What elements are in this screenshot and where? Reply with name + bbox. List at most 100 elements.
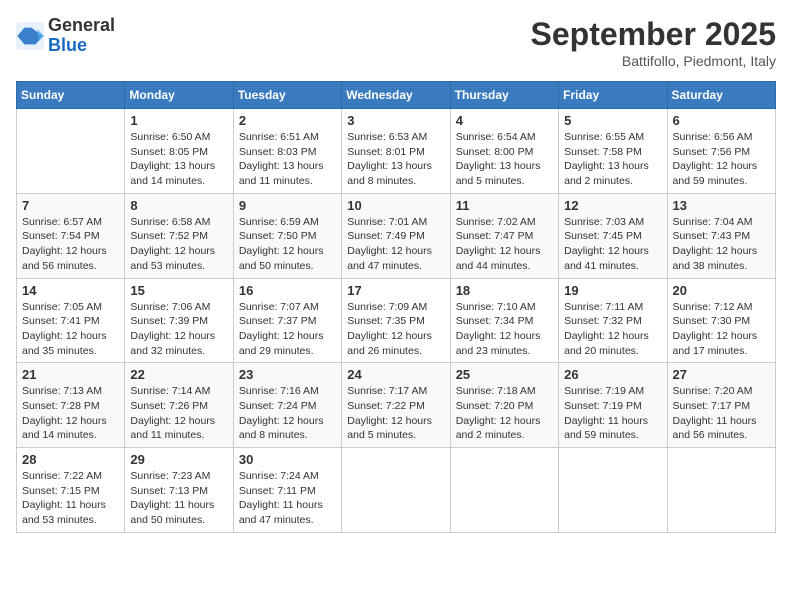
day-info: Sunrise: 7:13 AM Sunset: 7:28 PM Dayligh… (22, 384, 119, 443)
logo-general: General (48, 16, 115, 36)
day-number: 19 (564, 283, 661, 298)
calendar-cell: 8Sunrise: 6:58 AM Sunset: 7:52 PM Daylig… (125, 193, 233, 278)
day-number: 23 (239, 367, 336, 382)
calendar-cell: 6Sunrise: 6:56 AM Sunset: 7:56 PM Daylig… (667, 109, 775, 194)
day-info: Sunrise: 6:55 AM Sunset: 7:58 PM Dayligh… (564, 130, 661, 189)
day-info: Sunrise: 7:06 AM Sunset: 7:39 PM Dayligh… (130, 300, 227, 359)
calendar-week-row: 1Sunrise: 6:50 AM Sunset: 8:05 PM Daylig… (17, 109, 776, 194)
day-number: 6 (673, 113, 770, 128)
day-info: Sunrise: 7:19 AM Sunset: 7:19 PM Dayligh… (564, 384, 661, 443)
day-number: 27 (673, 367, 770, 382)
calendar-cell: 1Sunrise: 6:50 AM Sunset: 8:05 PM Daylig… (125, 109, 233, 194)
calendar-cell: 4 Sunrise: 6:54 AM Sunset: 8:00 PM Daylig… (450, 109, 558, 194)
day-info: Sunrise: 7:10 AM Sunset: 7:34 PM Dayligh… (456, 300, 553, 359)
day-number: 8 (130, 198, 227, 213)
calendar-week-row: 21 Sunrise: 7:13 AM Sunset: 7:28 PM Dayli… (17, 363, 776, 448)
day-number: 21 (22, 367, 119, 382)
page-header: General Blue September 2025 Battifollo, … (16, 16, 776, 69)
day-info: Sunrise: 7:01 AM Sunset: 7:49 PM Dayligh… (347, 215, 444, 274)
day-of-week-header: Sunday (17, 82, 125, 109)
day-info: Sunrise: 7:04 AM Sunset: 7:43 PM Dayligh… (673, 215, 770, 274)
calendar-cell (342, 448, 450, 533)
day-number: 20 (673, 283, 770, 298)
calendar-cell: 29Sunrise: 7:23 AM Sunset: 7:13 PM Dayli… (125, 448, 233, 533)
calendar-cell: 30 Sunrise: 7:24 AM Sunset: 7:11 PM Dayli… (233, 448, 341, 533)
day-number: 9 (239, 198, 336, 213)
calendar-cell: 17Sunrise: 7:09 AM Sunset: 7:35 PM Dayli… (342, 278, 450, 363)
day-info: Sunrise: 7:17 AM Sunset: 7:22 PM Dayligh… (347, 384, 444, 443)
day-number: 22 (130, 367, 227, 382)
day-info: Sunrise: 7:18 AM Sunset: 7:20 PM Dayligh… (456, 384, 553, 443)
calendar-week-row: 7 Sunrise: 6:57 AM Sunset: 7:54 PM Daylig… (17, 193, 776, 278)
calendar-cell: 3 Sunrise: 6:53 AM Sunset: 8:01 PM Daylig… (342, 109, 450, 194)
day-number: 10 (347, 198, 444, 213)
day-number: 28 (22, 452, 119, 467)
location-subtitle: Battifollo, Piedmont, Italy (531, 53, 776, 69)
logo-blue: Blue (48, 36, 115, 56)
day-info: Sunrise: 6:57 AM Sunset: 7:54 PM Dayligh… (22, 215, 119, 274)
day-number: 2 (239, 113, 336, 128)
calendar-cell: 25Sunrise: 7:18 AM Sunset: 7:20 PM Dayli… (450, 363, 558, 448)
day-info: Sunrise: 6:50 AM Sunset: 8:05 PM Dayligh… (130, 130, 227, 189)
day-number: 30 (239, 452, 336, 467)
day-number: 4 (456, 113, 553, 128)
day-number: 5 (564, 113, 661, 128)
day-info: Sunrise: 7:11 AM Sunset: 7:32 PM Dayligh… (564, 300, 661, 359)
day-info: Sunrise: 7:14 AM Sunset: 7:26 PM Dayligh… (130, 384, 227, 443)
calendar-cell: 28Sunrise: 7:22 AM Sunset: 7:15 PM Dayli… (17, 448, 125, 533)
header-row: SundayMondayTuesdayWednesdayThursdayFrid… (17, 82, 776, 109)
day-info: Sunrise: 7:12 AM Sunset: 7:30 PM Dayligh… (673, 300, 770, 359)
logo: General Blue (16, 16, 115, 56)
calendar-cell: 14Sunrise: 7:05 AM Sunset: 7:41 PM Dayli… (17, 278, 125, 363)
calendar-cell (17, 109, 125, 194)
day-number: 7 (22, 198, 119, 213)
month-title: September 2025 (531, 16, 776, 53)
day-info: Sunrise: 7:16 AM Sunset: 7:24 PM Dayligh… (239, 384, 336, 443)
calendar-cell: 15 Sunrise: 7:06 AM Sunset: 7:39 PM Dayli… (125, 278, 233, 363)
day-of-week-header: Thursday (450, 82, 558, 109)
calendar-table: SundayMondayTuesdayWednesdayThursdayFrid… (16, 81, 776, 533)
calendar-cell: 2 Sunrise: 6:51 AM Sunset: 8:03 PM Daylig… (233, 109, 341, 194)
calendar-cell (559, 448, 667, 533)
calendar-cell: 19 Sunrise: 7:11 AM Sunset: 7:32 PM Dayli… (559, 278, 667, 363)
calendar-cell: 13 Sunrise: 7:04 AM Sunset: 7:43 PM Dayli… (667, 193, 775, 278)
day-info: Sunrise: 6:59 AM Sunset: 7:50 PM Dayligh… (239, 215, 336, 274)
day-info: Sunrise: 7:03 AM Sunset: 7:45 PM Dayligh… (564, 215, 661, 274)
calendar-cell: 10 Sunrise: 7:01 AM Sunset: 7:49 PM Dayli… (342, 193, 450, 278)
calendar-cell: 7 Sunrise: 6:57 AM Sunset: 7:54 PM Daylig… (17, 193, 125, 278)
calendar-week-row: 14Sunrise: 7:05 AM Sunset: 7:41 PM Dayli… (17, 278, 776, 363)
calendar-cell: 18Sunrise: 7:10 AM Sunset: 7:34 PM Dayli… (450, 278, 558, 363)
calendar-cell (667, 448, 775, 533)
calendar-week-row: 28Sunrise: 7:22 AM Sunset: 7:15 PM Dayli… (17, 448, 776, 533)
day-number: 16 (239, 283, 336, 298)
day-info: Sunrise: 6:53 AM Sunset: 8:01 PM Dayligh… (347, 130, 444, 189)
day-number: 12 (564, 198, 661, 213)
calendar-cell: 5 Sunrise: 6:55 AM Sunset: 7:58 PM Daylig… (559, 109, 667, 194)
day-info: Sunrise: 7:24 AM Sunset: 7:11 PM Dayligh… (239, 469, 336, 528)
day-of-week-header: Tuesday (233, 82, 341, 109)
calendar-cell: 26Sunrise: 7:19 AM Sunset: 7:19 PM Dayli… (559, 363, 667, 448)
day-number: 15 (130, 283, 227, 298)
calendar-cell: 22 Sunrise: 7:14 AM Sunset: 7:26 PM Dayli… (125, 363, 233, 448)
calendar-cell (450, 448, 558, 533)
calendar-cell: 21 Sunrise: 7:13 AM Sunset: 7:28 PM Dayli… (17, 363, 125, 448)
day-number: 24 (347, 367, 444, 382)
day-number: 14 (22, 283, 119, 298)
calendar-cell: 24 Sunrise: 7:17 AM Sunset: 7:22 PM Dayli… (342, 363, 450, 448)
day-of-week-header: Friday (559, 82, 667, 109)
day-number: 11 (456, 198, 553, 213)
day-of-week-header: Saturday (667, 82, 775, 109)
calendar-cell: 12 Sunrise: 7:03 AM Sunset: 7:45 PM Dayli… (559, 193, 667, 278)
day-number: 3 (347, 113, 444, 128)
calendar-cell: 23 Sunrise: 7:16 AM Sunset: 7:24 PM Dayli… (233, 363, 341, 448)
day-number: 13 (673, 198, 770, 213)
day-info: Sunrise: 7:02 AM Sunset: 7:47 PM Dayligh… (456, 215, 553, 274)
day-info: Sunrise: 6:54 AM Sunset: 8:00 PM Dayligh… (456, 130, 553, 189)
day-of-week-header: Monday (125, 82, 233, 109)
day-info: Sunrise: 6:51 AM Sunset: 8:03 PM Dayligh… (239, 130, 336, 189)
day-info: Sunrise: 7:23 AM Sunset: 7:13 PM Dayligh… (130, 469, 227, 528)
day-info: Sunrise: 7:09 AM Sunset: 7:35 PM Dayligh… (347, 300, 444, 359)
calendar-cell: 11 Sunrise: 7:02 AM Sunset: 7:47 PM Dayli… (450, 193, 558, 278)
day-info: Sunrise: 7:20 AM Sunset: 7:17 PM Dayligh… (673, 384, 770, 443)
day-info: Sunrise: 7:07 AM Sunset: 7:37 PM Dayligh… (239, 300, 336, 359)
